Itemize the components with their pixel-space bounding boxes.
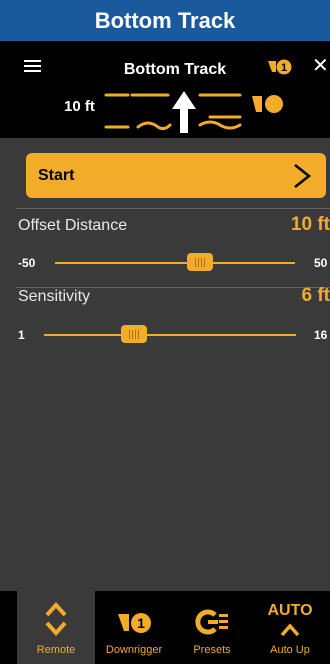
- divider: [16, 208, 330, 209]
- nav-downrigger[interactable]: 1 Downrigger: [95, 591, 173, 664]
- close-icon[interactable]: ✕: [312, 56, 329, 76]
- offset-distance-label: Offset Distance: [18, 217, 128, 234]
- offset-distance-value: 10 ft: [290, 214, 330, 235]
- offset-distance-slider[interactable]: -50 50: [0, 253, 330, 273]
- slider-thumb[interactable]: [121, 325, 147, 343]
- badge-number: 1: [281, 62, 287, 74]
- bottom-nav: Remote 1 Downrigger Presets AUTO Auto Up: [0, 591, 330, 664]
- slider-track: [55, 262, 295, 264]
- slider-max-label: 50: [314, 256, 328, 270]
- nav-auto-up[interactable]: AUTO Auto Up: [251, 591, 329, 664]
- nav-label-auto-up: Auto Up: [270, 644, 310, 656]
- header: Bottom Track 1 ✕ 10 ft: [0, 41, 330, 138]
- downrigger-1-icon: 1: [118, 613, 151, 633]
- nav-presets[interactable]: Presets: [173, 591, 251, 664]
- auto-text: AUTO: [267, 602, 313, 619]
- slider-max-label: 16: [314, 328, 328, 342]
- sensitivity-value: 6 ft: [301, 285, 330, 306]
- depth-value: 10 ft: [64, 98, 95, 115]
- sensitivity-label: Sensitivity: [18, 288, 91, 305]
- slider-thumb[interactable]: [187, 253, 213, 271]
- chevron-right-icon: [294, 163, 312, 188]
- chevron-up-icon: [280, 623, 300, 637]
- start-button[interactable]: Start: [26, 153, 326, 198]
- start-button-label: Start: [38, 166, 75, 184]
- window-title-bar: Bottom Track: [0, 0, 330, 41]
- slider-min-label: -50: [18, 256, 36, 270]
- nav-label-downrigger: Downrigger: [105, 644, 163, 656]
- nav-remote[interactable]: Remote: [17, 591, 95, 664]
- bottom-track-graphic: [104, 91, 283, 133]
- downrigger-badge-icon: 1: [268, 59, 292, 75]
- up-down-chevrons-icon: [45, 602, 67, 636]
- presets-icon: [195, 609, 228, 635]
- nav-label-remote: Remote: [36, 644, 76, 656]
- slider-track: [44, 334, 296, 336]
- sensitivity-slider[interactable]: 1 16: [0, 325, 330, 345]
- nav-label-presets: Presets: [193, 644, 231, 656]
- window-title: Bottom Track: [94, 7, 236, 33]
- svg-text:1: 1: [137, 615, 145, 631]
- slider-min-label: 1: [18, 328, 25, 342]
